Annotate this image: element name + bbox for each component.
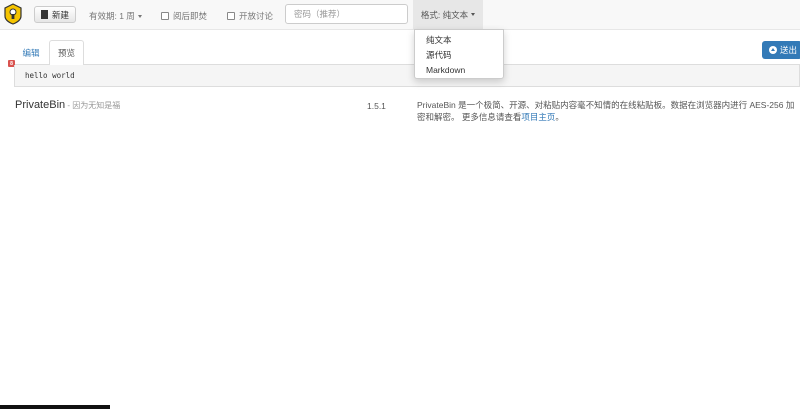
burn-after-reading-checkbox[interactable]: 阅后即焚 xyxy=(161,10,207,22)
format-dropdown-toggle[interactable]: 格式: 纯文本 xyxy=(413,0,483,29)
footer-brand: PrivateBin - 因为无知是福 xyxy=(15,99,120,111)
privatebin-logo-icon[interactable] xyxy=(2,3,24,25)
expiry-label: 有效期: 1 周 xyxy=(89,11,135,21)
tab-edit[interactable]: 编辑 xyxy=(14,40,48,65)
brand-tagline: - 因为无知是福 xyxy=(65,101,121,110)
format-option-markdown[interactable]: Markdown xyxy=(415,63,503,78)
description-text: PrivateBin 是一个极简、开源、对粘贴内容毫不知情的在线粘贴板。数据在浏… xyxy=(417,100,795,122)
brand-name: PrivateBin xyxy=(15,99,66,111)
project-homepage-link[interactable]: 项目主页 xyxy=(521,112,555,122)
navbar: 新建 有效期: 1 周 阅后即焚 开放讨论 密码（推荐） 格式: 纯文本 xyxy=(0,0,800,30)
caret-down-icon xyxy=(137,15,142,19)
burn-label: 阅后即焚 xyxy=(173,11,208,21)
expiry-dropdown[interactable]: 有效期: 1 周 xyxy=(89,10,142,22)
discussion-label: 开放讨论 xyxy=(239,11,274,21)
format-label: 格式: 纯文本 xyxy=(420,9,469,20)
open-discussion-checkbox[interactable]: 开放讨论 xyxy=(227,10,273,22)
version-number: 1.5.1 xyxy=(367,101,386,111)
about-description: PrivateBin 是一个极简、开源、对粘贴内容毫不知情的在线粘贴板。数据在浏… xyxy=(417,99,800,123)
new-button[interactable]: 新建 xyxy=(34,6,76,23)
checkbox-box[interactable] xyxy=(161,12,169,20)
paste-editor[interactable]: hello world xyxy=(14,65,800,87)
format-dropdown-menu: 纯文本 源代码 Markdown xyxy=(414,29,504,79)
editor-tabs: 编辑 预览 xyxy=(14,40,800,66)
checkbox-box[interactable] xyxy=(227,12,235,20)
new-button-label: 新建 xyxy=(51,9,69,20)
format-option-plaintext[interactable]: 纯文本 xyxy=(415,33,503,48)
tab-preview[interactable]: 预览 xyxy=(49,40,84,66)
password-input[interactable]: 密码（推荐） xyxy=(285,4,408,24)
file-icon xyxy=(40,10,48,19)
description-end: 。 xyxy=(555,112,564,122)
format-option-sourcecode[interactable]: 源代码 xyxy=(415,48,503,63)
bottom-bar xyxy=(0,405,110,409)
caret-down-icon xyxy=(471,13,476,16)
